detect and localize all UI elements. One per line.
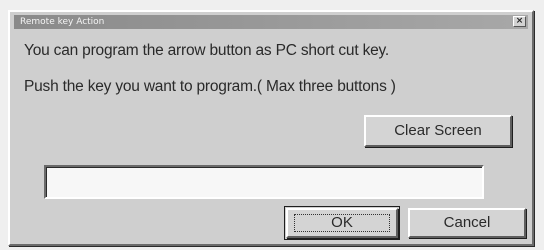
title-bar[interactable]: Remote key Action × [14, 15, 528, 29]
remote-key-action-dialog: Remote key Action × You can program the … [8, 10, 534, 246]
window-title: Remote key Action [20, 17, 105, 27]
instruction-text-2: Push the key you want to program.( Max t… [24, 78, 396, 95]
key-sequence-field[interactable] [44, 165, 484, 199]
ok-button[interactable]: OK [284, 206, 400, 240]
instruction-text-1: You can program the arrow button as PC s… [24, 42, 390, 59]
close-icon: × [515, 16, 524, 26]
close-button[interactable]: × [513, 16, 526, 27]
cancel-button[interactable]: Cancel [408, 208, 526, 238]
clear-screen-button[interactable]: Clear Screen [364, 115, 512, 147]
ok-button-label: OK [331, 214, 353, 231]
